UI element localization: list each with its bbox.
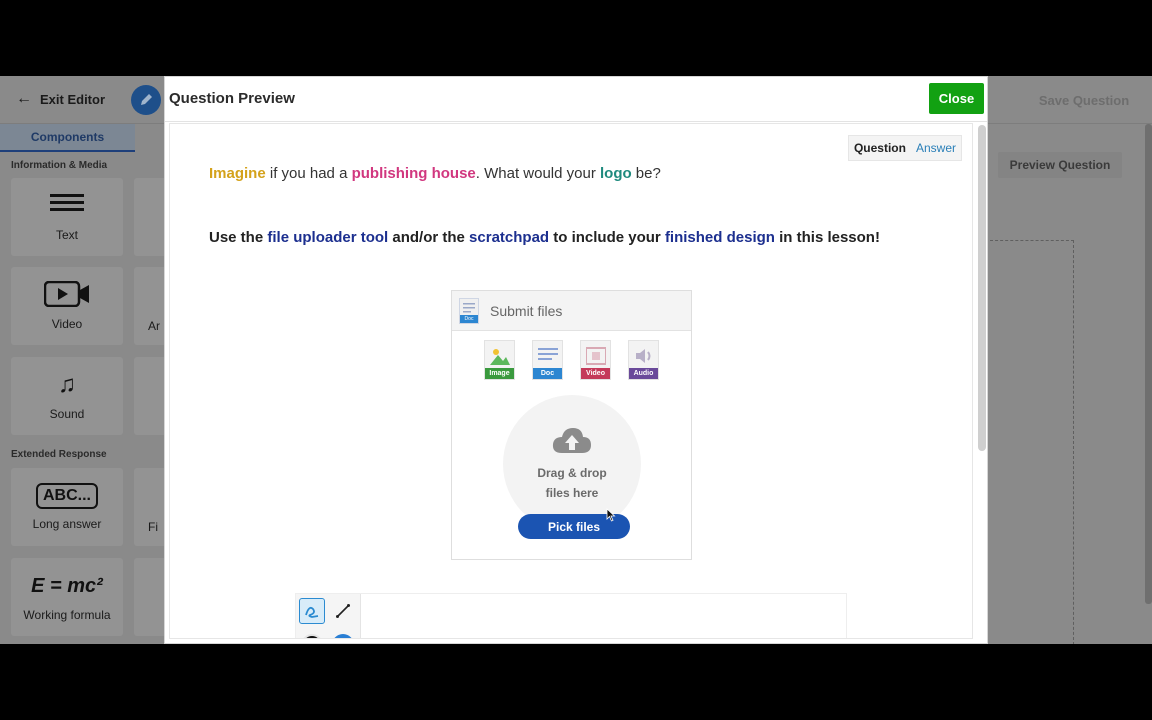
- modal-header: Question Preview Close: [165, 77, 987, 122]
- section-label-extended-response: Extended Response: [11, 449, 107, 460]
- file-type-label: Doc: [533, 368, 562, 379]
- editor-app: ← Exit Editor Save Question Components I…: [0, 76, 1152, 644]
- freehand-draw-icon[interactable]: [299, 598, 325, 624]
- text-run: scratchpad: [469, 229, 550, 246]
- component-tile-working-formula[interactable]: E = mc² Working formula: [11, 558, 123, 636]
- music-note-icon: ♫: [58, 371, 76, 398]
- doc-file-icon: Doc: [532, 340, 563, 380]
- doc-file-icon: Doc: [459, 298, 479, 324]
- mouse-pointer-icon: [606, 508, 616, 522]
- audio-file-icon: Audio: [628, 340, 659, 380]
- text-run: in this lesson!: [774, 229, 880, 246]
- scratchpad[interactable]: [295, 593, 847, 638]
- exit-editor-label: Exit Editor: [40, 91, 106, 107]
- uploader-title: Submit files: [490, 303, 563, 319]
- drop-hint-line-1: Drag & drop: [537, 466, 607, 480]
- save-question-button[interactable]: Save Question: [1028, 87, 1140, 113]
- color-black-swatch[interactable]: [301, 634, 323, 638]
- text-run: publishing house: [351, 165, 476, 182]
- uploader-header: Doc Submit files: [452, 291, 691, 331]
- tile-label: Long answer: [32, 517, 102, 531]
- component-tile-partial[interactable]: [134, 558, 164, 636]
- text-run: to include your: [549, 229, 665, 246]
- cloud-upload-icon: [552, 425, 592, 455]
- doc-tag: Doc: [460, 315, 478, 323]
- question-line-2: Use the file uploader tool and/or the sc…: [209, 229, 880, 246]
- tile-label: Working formula: [23, 608, 111, 622]
- color-blue-swatch[interactable]: [332, 634, 354, 638]
- file-type-list: Image Doc Video Audio: [484, 340, 659, 380]
- question-preview-modal: Question Preview Close Question Answer I…: [164, 76, 988, 644]
- close-button[interactable]: Close: [929, 83, 984, 114]
- file-type-label: Audio: [629, 368, 658, 379]
- text-run: and/or the: [388, 229, 470, 246]
- modal-scrollbar[interactable]: [978, 125, 986, 451]
- toggle-question[interactable]: Question: [849, 141, 911, 155]
- drop-hint-line-2: files here: [545, 486, 599, 500]
- component-tile-partial[interactable]: [134, 178, 164, 256]
- drop-zone[interactable]: Drag & drop files here: [503, 395, 641, 533]
- formula-icon: E = mc²: [31, 575, 103, 597]
- text-run: finished design: [664, 229, 775, 246]
- scratchpad-toolbar: [296, 594, 361, 638]
- text-run: logo: [599, 165, 632, 182]
- text-run: if you had a: [265, 165, 352, 182]
- line-tool-icon[interactable]: [330, 598, 356, 624]
- drop-area-outline: [990, 240, 1074, 644]
- component-tile-file[interactable]: Fi: [134, 468, 164, 546]
- pencil-icon[interactable]: [131, 85, 161, 115]
- modal-title: Question Preview: [169, 90, 295, 107]
- component-tile-long-answer[interactable]: ABC... Long answer: [11, 468, 123, 546]
- component-tile-video[interactable]: Video: [11, 267, 123, 345]
- text-run: Use the: [209, 229, 268, 246]
- page-scrollbar[interactable]: [1145, 124, 1152, 604]
- text-lines-icon: [50, 192, 84, 220]
- preview-panel: Preview Question: [988, 124, 1152, 644]
- preview-question-button[interactable]: Preview Question: [998, 152, 1122, 178]
- exit-editor-button[interactable]: ← Exit Editor: [16, 90, 105, 108]
- file-type-label: Image: [485, 368, 514, 379]
- abc-box-icon: ABC...: [36, 483, 98, 509]
- video-file-icon: Video: [580, 340, 611, 380]
- component-tile-text[interactable]: Text: [11, 178, 123, 256]
- components-sidebar: Components Information & Media Text Vide…: [0, 124, 165, 644]
- drop-hint: Drag & drop files here: [503, 463, 641, 503]
- question-line-1: Imagine if you had a publishing house. W…: [209, 165, 661, 182]
- tile-label: Text: [55, 228, 78, 242]
- component-tile-art[interactable]: Ar: [134, 267, 164, 345]
- tile-label: Video: [51, 317, 83, 331]
- section-label-information-media: Information & Media: [11, 160, 108, 171]
- file-uploader: Doc Submit files Image Doc Video Audio D…: [451, 290, 692, 560]
- text-run: be?: [631, 165, 661, 182]
- text-run: file uploader tool: [267, 229, 389, 246]
- toggle-answer[interactable]: Answer: [911, 141, 961, 155]
- component-tile-partial[interactable]: [134, 357, 164, 435]
- file-type-label: Video: [581, 368, 610, 379]
- back-arrow-icon: ←: [16, 90, 32, 107]
- image-file-icon: Image: [484, 340, 515, 380]
- tile-label: Sound: [49, 407, 85, 421]
- modal-body: Question Answer Imagine if you had a pub…: [169, 123, 973, 639]
- tab-components[interactable]: Components: [0, 124, 135, 152]
- text-run: . What would your: [475, 165, 600, 182]
- question-answer-toggle: Question Answer: [847, 135, 962, 161]
- video-camera-icon: [43, 280, 90, 309]
- component-tile-sound[interactable]: ♫ Sound: [11, 357, 123, 435]
- text-run: Imagine: [209, 165, 266, 182]
